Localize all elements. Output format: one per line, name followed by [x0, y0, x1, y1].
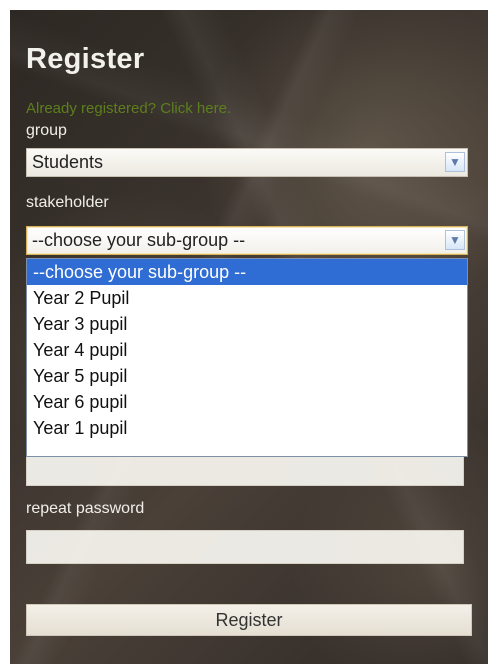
stakeholder-select[interactable]: --choose your sub-group -- ▼: [26, 226, 468, 255]
repeat-password-input[interactable]: [26, 530, 464, 564]
chevron-down-icon[interactable]: ▼: [445, 230, 465, 250]
page-title: Register: [26, 43, 145, 75]
register-panel: Register Already registered? Click here.…: [10, 10, 488, 664]
stakeholder-selected-value: --choose your sub-group --: [32, 230, 246, 250]
password-input[interactable]: [26, 452, 464, 486]
group-selected-value: Students: [32, 152, 104, 172]
register-button[interactable]: Register: [26, 604, 472, 636]
dropdown-option-year-1-pupil[interactable]: Year 1 pupil: [27, 415, 467, 441]
dropdown-option-year-5-pupil[interactable]: Year 5 pupil: [27, 363, 467, 389]
dropdown-option-year-2-pupil[interactable]: Year 2 Pupil: [27, 285, 467, 311]
group-select[interactable]: Students ▼: [26, 148, 468, 177]
login-link[interactable]: Already registered? Click here.: [26, 100, 231, 118]
repeat-password-label: repeat password: [26, 500, 145, 517]
dropdown-option-year-4-pupil[interactable]: Year 4 pupil: [27, 337, 467, 363]
registration-page: Register Already registered? Click here.…: [0, 0, 498, 664]
dropdown-option-choose-sub-group[interactable]: --choose your sub-group --: [27, 259, 467, 285]
chevron-down-icon[interactable]: ▼: [445, 152, 465, 172]
group-label: group: [26, 122, 67, 139]
dropdown-option-year-6-pupil[interactable]: Year 6 pupil: [27, 389, 467, 415]
stakeholder-dropdown-list[interactable]: --choose your sub-group -- Year 2 Pupil …: [26, 258, 468, 457]
dropdown-option-year-3-pupil[interactable]: Year 3 pupil: [27, 311, 467, 337]
stakeholder-label: stakeholder: [26, 194, 109, 211]
